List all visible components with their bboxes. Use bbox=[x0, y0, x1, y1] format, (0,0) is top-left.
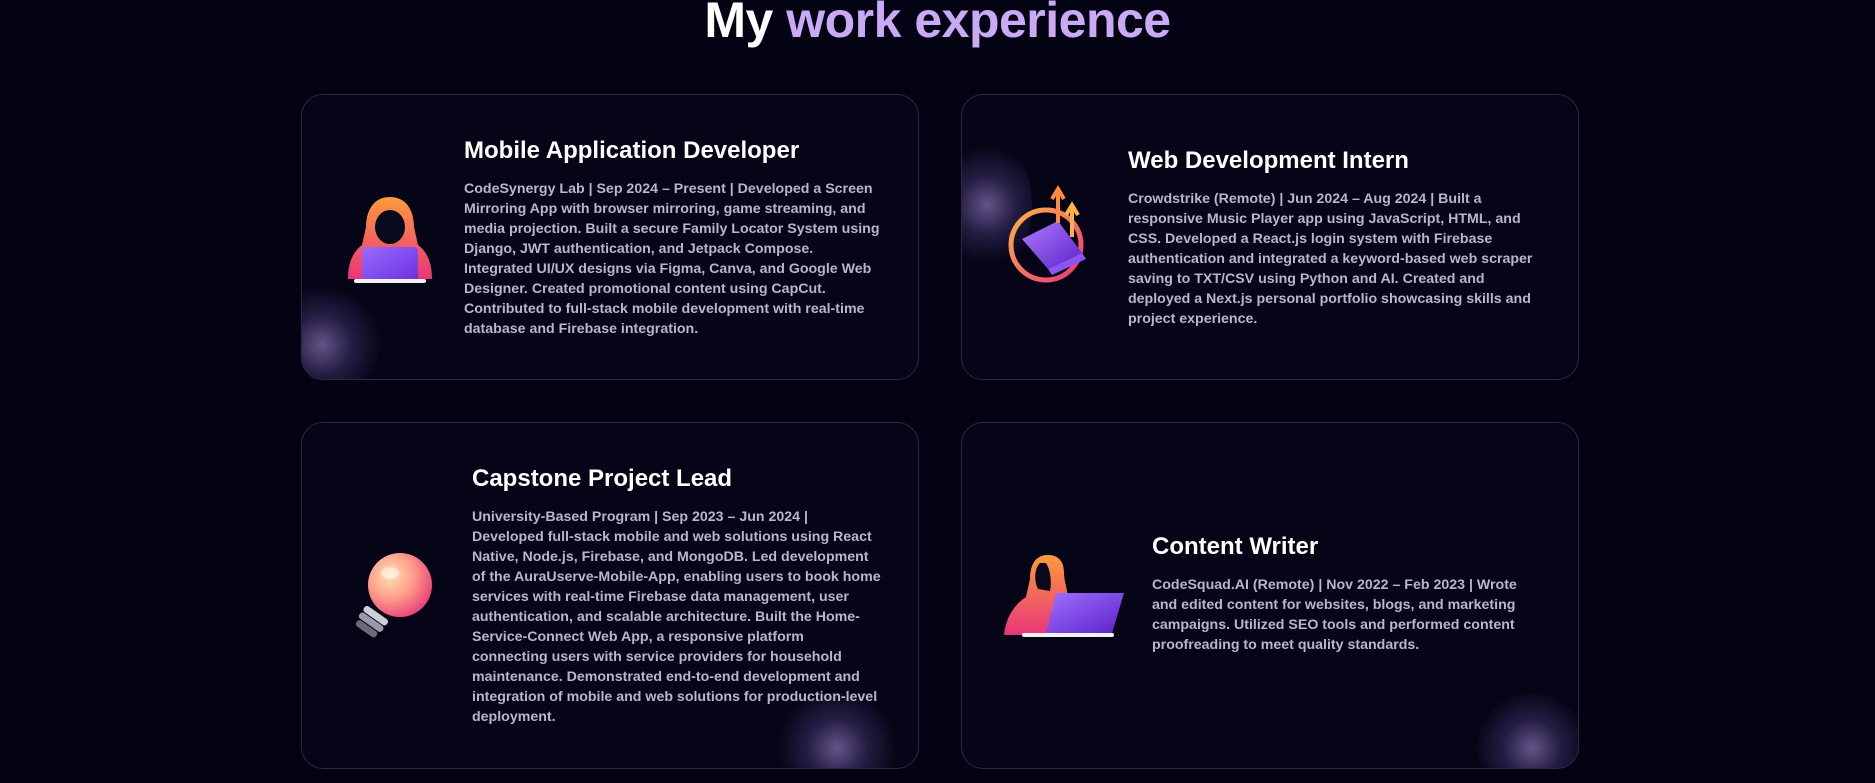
card-glow bbox=[302, 285, 382, 379]
card-title: Mobile Application Developer bbox=[464, 137, 800, 164]
card-glow bbox=[1472, 693, 1578, 768]
card-title: Capstone Project Lead bbox=[472, 465, 733, 492]
hooded-writer-laptop-icon bbox=[1002, 551, 1127, 641]
section-title-accent: work experience bbox=[786, 0, 1171, 48]
hooded-developer-laptop-icon bbox=[340, 193, 440, 283]
experience-card-capstone-lead: Capstone Project Lead University-Based P… bbox=[301, 422, 919, 769]
card-description: University-Based Program | Sep 2023 – Ju… bbox=[472, 509, 881, 725]
card-description: CodeSynergy Lab | Sep 2024 – Present | D… bbox=[464, 181, 880, 337]
card-description: Crowdstrike (Remote) | Jun 2024 – Aug 20… bbox=[1128, 191, 1533, 327]
experience-card-content-writer: Content Writer CodeSquad.AI (Remote) | N… bbox=[961, 422, 1579, 769]
card-title: Web Development Intern bbox=[1128, 147, 1409, 174]
experience-card-web-intern: Web Development Intern Crowdstrike (Remo… bbox=[961, 94, 1579, 380]
card-title: Content Writer bbox=[1152, 533, 1319, 560]
section-title-plain: My bbox=[704, 0, 787, 48]
lightbulb-icon bbox=[350, 551, 438, 641]
section-title: My work experience bbox=[0, 0, 1875, 52]
experience-card-mobile-developer: Mobile Application Developer CodeSynergy… bbox=[301, 94, 919, 380]
card-description: CodeSquad.AI (Remote) | Nov 2022 – Feb 2… bbox=[1152, 577, 1517, 653]
growth-laptop-icon bbox=[1002, 185, 1102, 285]
work-experience-page: My work experience Mobile Application De… bbox=[0, 0, 1875, 783]
